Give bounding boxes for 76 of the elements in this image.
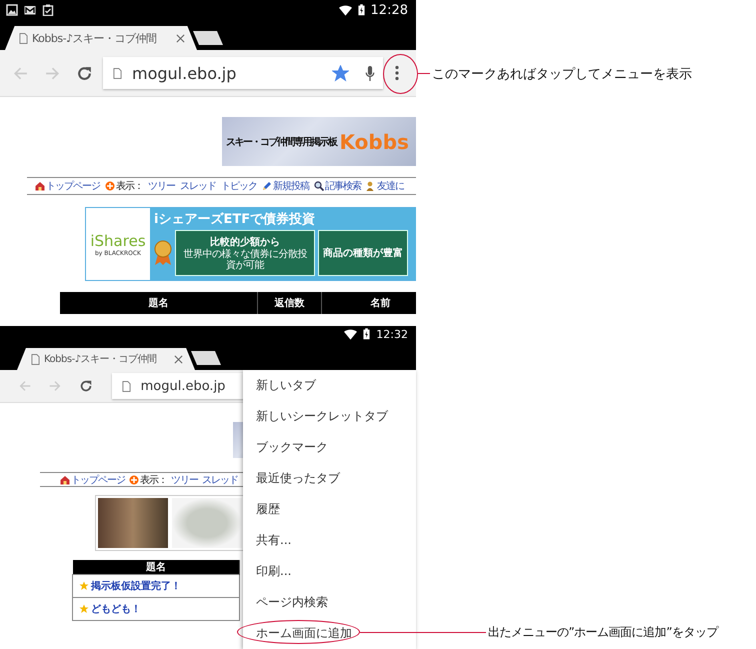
photo-placeholder[interactable] <box>98 498 168 548</box>
back-arrow-icon <box>12 64 28 82</box>
microphone-icon[interactable] <box>365 64 375 82</box>
person-icon <box>366 181 376 191</box>
thread-link[interactable]: どもども！ <box>91 602 141 616</box>
ad-headline: iシェアーズETFで債券投資 <box>154 211 316 228</box>
medal-icon <box>154 240 172 266</box>
menu-item[interactable]: 共有... <box>243 525 416 556</box>
ad-brand: iShares <box>90 232 146 250</box>
forward-arrow-icon <box>48 379 62 393</box>
nav-link[interactable]: 友達に <box>377 179 404 193</box>
house-icon <box>35 181 45 191</box>
mail-icon <box>24 4 36 16</box>
bookmark-star-icon[interactable] <box>332 64 349 82</box>
callout-text: このマークあればタップしてメニューを表示 <box>432 66 692 83</box>
banner-logo: Kobbs <box>340 130 409 154</box>
clipboard-icon <box>42 4 54 16</box>
page-icon <box>113 68 122 78</box>
wifi-icon <box>338 4 352 16</box>
view-icon <box>129 474 139 484</box>
menu-item[interactable]: 履歴 <box>243 494 416 525</box>
pencil-icon <box>262 181 272 191</box>
new-tab-button[interactable] <box>191 351 221 365</box>
star-icon <box>79 581 89 591</box>
browser-tab[interactable]: Kobbs-♪スキー・コブ仲間 <box>5 26 197 50</box>
banner-caption: スキー・コブ仲間専用掲示板 <box>226 136 336 148</box>
more-vertical-icon <box>395 65 399 81</box>
browser-tab[interactable]: Kobbs-♪スキー・コブ仲間 <box>17 348 195 370</box>
nav-link[interactable]: トップページ <box>46 179 100 193</box>
ad-feature-title: 商品の種類が豊富 <box>323 246 403 260</box>
clock: 12:28 <box>370 2 408 18</box>
column-header: 題名 <box>72 560 240 574</box>
menu-item[interactable]: ホーム画面に追加 <box>243 618 416 649</box>
nav-link[interactable]: トップページ <box>71 472 125 486</box>
nav-link[interactable]: スレッド <box>180 179 216 193</box>
battery-icon <box>358 4 365 16</box>
callout-text: 出たメニューの”ホーム画面に追加”をタップ <box>488 624 718 641</box>
nav-link[interactable]: トピック <box>221 179 257 193</box>
forward-arrow-icon <box>44 64 60 82</box>
page-icon <box>19 32 28 44</box>
reload-icon <box>78 379 92 393</box>
menu-item[interactable]: 最近使ったタブ <box>243 463 416 494</box>
leader-line <box>418 73 430 74</box>
nav-label: 表示： <box>140 474 167 486</box>
close-icon[interactable] <box>174 354 183 364</box>
menu-item[interactable]: ページ内検索 <box>243 587 416 618</box>
page-icon <box>31 354 40 364</box>
view-icon <box>105 181 115 191</box>
image-icon <box>6 4 18 16</box>
magnifier-icon <box>314 181 324 191</box>
address-field[interactable]: mogul.ebo.jp <box>103 57 383 89</box>
menu-item[interactable]: ブックマーク <box>243 432 416 463</box>
nav-link[interactable]: ツリー <box>148 179 175 193</box>
thread-link[interactable]: 掲示板仮設置完了！ <box>91 579 181 593</box>
column-header: 名前 <box>322 292 416 314</box>
column-header: 題名 <box>60 292 258 314</box>
nav-label: 表示： <box>116 180 143 193</box>
house-icon <box>60 474 70 484</box>
menu-item[interactable]: 新しいシークレットタブ <box>243 401 416 432</box>
menu-item[interactable]: 印刷... <box>243 556 416 587</box>
new-tab-button[interactable] <box>193 31 223 45</box>
star-icon <box>79 604 89 614</box>
ad-feature-title: 比較的少額から <box>210 236 280 248</box>
menu-item[interactable]: 新しいタブ <box>243 370 416 401</box>
nav-link[interactable]: ツリー <box>171 472 198 486</box>
nav-link[interactable]: 記事検索 <box>325 179 361 193</box>
wifi-icon <box>344 328 358 340</box>
ad-feature-text: 世界中の様々な債券に分散投資が可能 <box>182 249 308 271</box>
page-icon <box>122 380 131 392</box>
close-icon[interactable] <box>176 34 185 42</box>
back-arrow-icon <box>18 379 32 393</box>
nav-link[interactable]: 新規投稿 <box>273 179 309 193</box>
clock: 12:32 <box>376 328 408 340</box>
reload-icon <box>76 64 92 82</box>
column-header: 返信数 <box>258 292 322 314</box>
nav-link[interactable]: スレッド <box>202 472 238 486</box>
